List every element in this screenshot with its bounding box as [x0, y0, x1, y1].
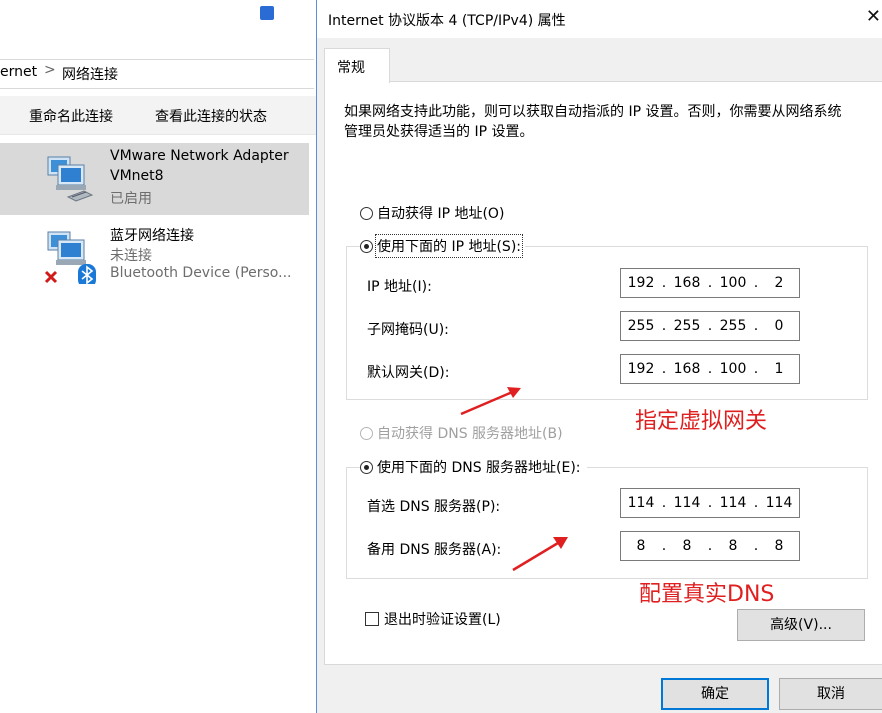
adns-octet-3: 8 — [728, 538, 738, 554]
checkbox-box — [365, 612, 379, 626]
adapter-name: VMware Network Adapter — [110, 148, 289, 164]
preferred-dns-field[interactable]: 114. 114. 114. 114 — [620, 488, 800, 518]
radio-dot-icon — [360, 426, 373, 440]
view-status-button[interactable]: 查看此连接的状态 — [155, 106, 267, 126]
command-bar: 重命名此连接 查看此连接的状态 — [0, 96, 318, 135]
subnet-octet-3: 255 — [719, 318, 747, 334]
disconnected-icon — [44, 270, 58, 284]
auto-ip-radio[interactable]: 自动获得 IP 地址(O) — [360, 203, 504, 223]
pdns-octet-4: 114 — [765, 495, 793, 511]
toolbar-cutoff — [0, 0, 318, 26]
ip-octet-3: 100 — [719, 275, 747, 291]
ipv4-properties-dialog: Internet 协议版本 4 (TCP/IPv4) 属性 ✕ 常规 如果网络支… — [316, 0, 882, 713]
subnet-octet-2: 255 — [673, 318, 701, 334]
ip-octet-2: 168 — [673, 275, 701, 291]
radio-dot-icon — [360, 460, 373, 474]
gateway-octet-1: 192 — [627, 361, 655, 377]
rename-connection-button[interactable]: 重命名此连接 — [29, 106, 113, 126]
manual-ip-radio[interactable]: 使用下面的 IP 地址(S): — [360, 234, 525, 258]
default-gateway-field[interactable]: 192. 168. 100. 1 — [620, 354, 800, 384]
preferred-dns-label: 首选 DNS 服务器(P): — [367, 499, 501, 515]
alternate-dns-field[interactable]: 8. 8. 8. 8 — [620, 531, 800, 561]
subnet-octet-1: 255 — [627, 318, 655, 334]
alternate-dns-label: 备用 DNS 服务器(A): — [367, 542, 502, 558]
gateway-octet-2: 168 — [673, 361, 701, 377]
adapter-status: 未连接 — [110, 248, 152, 264]
default-gateway-label: 默认网关(D): — [367, 365, 450, 381]
adns-octet-4: 8 — [774, 538, 784, 554]
ip-octet-1: 192 — [627, 275, 655, 291]
ok-button[interactable]: 确定 — [661, 678, 769, 710]
gateway-octet-4: 1 — [774, 361, 784, 377]
adapter-name: 蓝牙网络连接 — [110, 228, 194, 244]
breadcrumb-network-connections[interactable]: 网络连接 — [62, 64, 118, 84]
subnet-mask-field[interactable]: 255. 255. 255. 0 — [620, 311, 800, 341]
gateway-octet-3: 100 — [719, 361, 747, 377]
radio-dot-icon — [360, 239, 373, 253]
auto-ip-label: 自动获得 IP 地址(O) — [377, 206, 505, 222]
dialog-titlebar[interactable]: Internet 协议版本 4 (TCP/IPv4) 属性 ✕ — [317, 0, 882, 38]
pdns-octet-1: 114 — [627, 495, 655, 511]
toolbar-icon — [260, 6, 274, 20]
network-adapter-icon — [47, 156, 94, 202]
adns-octet-2: 8 — [682, 538, 692, 554]
network-adapter-icon — [44, 231, 96, 284]
radio-dot-icon — [360, 206, 373, 220]
pdns-octet-3: 114 — [719, 495, 747, 511]
annotation-arrow-dns — [512, 537, 568, 572]
subnet-octet-4: 0 — [774, 318, 784, 334]
ip-address-label: IP 地址(I): — [367, 279, 432, 295]
advanced-button[interactable]: 高级(V)... — [737, 609, 865, 641]
adns-octet-1: 8 — [636, 538, 646, 554]
dns-group — [346, 467, 868, 579]
adapter-subname: VMnet8 — [110, 168, 164, 184]
manual-ip-label: 使用下面的 IP 地址(S): — [375, 234, 523, 258]
chevron-right-icon: > — [44, 62, 56, 78]
pdns-octet-2: 114 — [673, 495, 701, 511]
tab-general[interactable]: 常规 — [324, 48, 390, 83]
network-connections-window: ernet > 网络连接 重命名此连接 查看此连接的状态 VMware Netw… — [0, 0, 318, 713]
close-icon[interactable]: ✕ — [866, 6, 881, 27]
ip-octet-4: 2 — [774, 275, 784, 291]
tab-general-label: 常规 — [337, 60, 365, 76]
annotation-arrow-gateway — [460, 387, 521, 416]
ip-address-field[interactable]: 192. 168. 100. 2 — [620, 268, 800, 298]
adapter-bluetooth[interactable]: 蓝牙网络连接 未连接 Bluetooth Device (Perso... — [0, 220, 309, 292]
dialog-title: Internet 协议版本 4 (TCP/IPv4) 属性 — [328, 13, 566, 29]
cancel-button[interactable]: 取消 — [779, 678, 882, 710]
manual-dns-radio[interactable]: 使用下面的 DNS 服务器地址(E): — [360, 457, 587, 477]
validate-on-exit-label: 退出时验证设置(L) — [384, 612, 501, 628]
breadcrumb-internet[interactable]: ernet — [0, 64, 37, 80]
intro-text: 如果网络支持此功能，则可以获取自动指派的 IP 设置。否则，你需要从网络系统管理… — [344, 104, 842, 140]
adapter-device: Bluetooth Device (Perso... — [110, 265, 292, 281]
validate-on-exit-checkbox[interactable]: 退出时验证设置(L) — [365, 609, 501, 629]
address-bar[interactable]: ernet > 网络连接 — [0, 59, 314, 89]
auto-dns-label: 自动获得 DNS 服务器地址(B) — [377, 426, 563, 442]
adapter-vmnet8[interactable]: VMware Network Adapter VMnet8 已启用 — [0, 143, 309, 215]
subnet-mask-label: 子网掩码(U): — [367, 322, 449, 338]
gateway-annotation: 指定虚拟网关 — [635, 409, 768, 434]
manual-dns-label: 使用下面的 DNS 服务器地址(E): — [377, 460, 581, 476]
adapter-status: 已启用 — [110, 191, 152, 207]
auto-dns-radio[interactable]: 自动获得 DNS 服务器地址(B) — [360, 423, 563, 443]
dns-annotation: 配置真实DNS — [639, 582, 775, 607]
